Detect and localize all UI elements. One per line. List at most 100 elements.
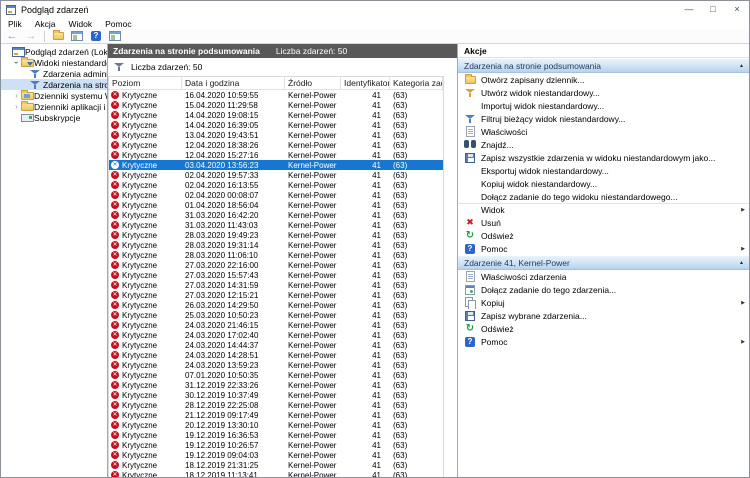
source-cell: Kernel-Power [285,271,341,280]
menu-widok[interactable]: Widok [69,19,93,29]
event-row[interactable]: ✕Krytyczne13.04.2020 19:43:51Kernel-Powe… [109,130,443,140]
datetime-cell: 28.03.2020 19:49:23 [182,231,285,240]
event-row[interactable]: ✕Krytyczne03.04.2020 13:56:23Kernel-Powe… [109,160,443,170]
event-row[interactable]: ✕Krytyczne02.04.2020 16:13:55Kernel-Powe… [109,180,443,190]
menu-pomoc[interactable]: Pomoc [105,19,131,29]
table-header: PoziomData i godzinaŹródłoIdentyfikator … [109,77,443,90]
event-row[interactable]: ✕Krytyczne28.03.2020 11:06:10Kernel-Powe… [109,250,443,260]
event-row[interactable]: ✕Krytyczne24.03.2020 13:59:23Kernel-Powe… [109,360,443,370]
event-row[interactable]: ✕Krytyczne31.12.2019 22:33:26Kernel-Powe… [109,380,443,390]
action-filtruj-bie-cy-widok-niestandardowy[interactable]: Filtruj bieżący widok niestandardowy... [458,112,749,125]
action-utw-rz-widok-niestandardowy[interactable]: Utwórz widok niestandardowy... [458,86,749,99]
action-importuj-widok-niestandardowy[interactable]: Importuj widok niestandardowy... [458,99,749,112]
tree-item-dzienniki-systemu-windows[interactable]: › Dzienniki systemu Windows [1,90,107,101]
action-pomoc[interactable]: Pomoc▶ [458,335,749,348]
action-section-header-zdarzenie-41-kernel-power[interactable]: Zdarzenie 41, Kernel-Power▲ [458,255,749,270]
menu-plik[interactable]: Plik [8,19,22,29]
chevron-right-icon[interactable]: › [12,91,21,100]
chevron-down-icon[interactable]: › [12,58,21,67]
event-id-cell: 41 [341,331,390,340]
event-row[interactable]: ✕Krytyczne14.04.2020 19:08:15Kernel-Powe… [109,110,443,120]
event-row[interactable]: ✕Krytyczne16.04.2020 10:59:55Kernel-Powe… [109,90,443,100]
event-row[interactable]: ✕Krytyczne24.03.2020 21:46:15Kernel-Powe… [109,320,443,330]
action-od-wie[interactable]: Odśwież [458,229,749,242]
tree-item-dzienniki-aplikacji-i-us-ug[interactable]: ›Dzienniki aplikacji i usług [1,101,107,112]
tree-item-subskrypcje[interactable]: Subskrypcje [1,112,107,123]
event-row[interactable]: ✕Krytyczne31.03.2020 11:43:03Kernel-Powe… [109,220,443,230]
back-button[interactable] [5,30,19,43]
action-zapisz-wszystkie-zdarzenia-w-widoku-niestandardowym-jako[interactable]: Zapisz wszystkie zdarzenia w widoku nies… [458,151,749,164]
action-znajd[interactable]: Znajdź... [458,138,749,151]
event-row[interactable]: ✕Krytyczne27.03.2020 22:16:00Kernel-Powe… [109,260,443,270]
event-row[interactable]: ✕Krytyczne01.04.2020 18:56:04Kernel-Powe… [109,200,443,210]
column-header-identyfikator-z[interactable]: Identyfikator z... [341,77,390,89]
action-zapisz-wybrane-zdarzenia[interactable]: Zapisz wybrane zdarzenia... [458,309,749,322]
tree-item-zdarzenia-na-stronie-podsumowania[interactable]: Zdarzenia na stronie podsumowania [1,79,107,90]
action-pomoc[interactable]: Pomoc▶ [458,242,749,255]
action-kopiuj-widok-niestandardowy[interactable]: Kopiuj widok niestandardowy... [458,177,749,190]
event-row[interactable]: ✕Krytyczne28.03.2020 19:49:23Kernel-Powe… [109,230,443,240]
forward-button[interactable] [24,30,38,43]
action-do-cz-zadanie-do-tego-zdarzenia[interactable]: Dołącz zadanie do tego zdarzenia... [458,283,749,296]
tree-item-label: Dzienniki systemu Windows [34,91,107,101]
action-widok[interactable]: Widok▶ [458,203,749,216]
event-row[interactable]: ✕Krytyczne31.03.2020 16:42:20Kernel-Powe… [109,210,443,220]
event-row[interactable]: ✕Krytyczne02.04.2020 00:08:07Kernel-Powe… [109,190,443,200]
event-row[interactable]: ✕Krytyczne24.03.2020 14:28:51Kernel-Powe… [109,350,443,360]
event-row[interactable]: ✕Krytyczne19.12.2019 16:36:53Kernel-Powe… [109,430,443,440]
event-row[interactable]: ✕Krytyczne18.12.2019 21:31:25Kernel-Powe… [109,460,443,470]
action-usu[interactable]: Usuń [458,216,749,229]
event-row[interactable]: ✕Krytyczne12.04.2020 18:38:26Kernel-Powe… [109,140,443,150]
event-row[interactable]: ✕Krytyczne19.12.2019 09:04:03Kernel-Powe… [109,450,443,460]
action-w-a-ciwo-ci-zdarzenia[interactable]: Właściwości zdarzenia [458,270,749,283]
menu-akcja[interactable]: Akcja [35,19,56,29]
event-row[interactable]: ✕Krytyczne19.12.2019 10:26:57Kernel-Powe… [109,440,443,450]
action-eksportuj-widok-niestandardowy[interactable]: Eksportuj widok niestandardowy... [458,164,749,177]
action-section-header-zdarzenia-na-stronie-podsumowania[interactable]: Zdarzenia na stronie podsumowania▲ [458,58,749,73]
event-row[interactable]: ✕Krytyczne26.03.2020 14:29:50Kernel-Powe… [109,300,443,310]
column-header-poziom[interactable]: Poziom [109,77,182,89]
event-id-cell: 41 [341,351,390,360]
event-row[interactable]: ✕Krytyczne28.03.2020 19:31:14Kernel-Powe… [109,240,443,250]
minimize-button[interactable]: — [677,1,701,18]
event-row[interactable]: ✕Krytyczne28.12.2019 22:25:08Kernel-Powe… [109,400,443,410]
event-row[interactable]: ✕Krytyczne20.12.2019 13:30:10Kernel-Powe… [109,420,443,430]
open-log-button[interactable] [51,30,65,43]
action-do-cz-zadanie-do-tego-widoku-niestandardowego[interactable]: Dołącz zadanie do tego widoku niestandar… [458,190,749,203]
level-cell: ✕Krytyczne [109,111,182,120]
chevron-right-icon[interactable]: › [12,102,21,111]
event-row[interactable]: ✕Krytyczne02.04.2020 19:57:33Kernel-Powe… [109,170,443,180]
event-row[interactable]: ✕Krytyczne24.03.2020 17:02:40Kernel-Powe… [109,330,443,340]
event-row[interactable]: ✕Krytyczne27.03.2020 12:15:21Kernel-Powe… [109,290,443,300]
action-otw-rz-zapisany-dziennik[interactable]: Otwórz zapisany dziennik... [458,73,749,86]
help-button[interactable] [89,30,103,43]
tree-item-widoki-niestandardowe[interactable]: ›Widoki niestandardowe [1,57,107,68]
event-row[interactable]: ✕Krytyczne21.12.2019 09:17:49Kernel-Powe… [109,410,443,420]
event-row[interactable]: ✕Krytyczne14.04.2020 16:39:05Kernel-Powe… [109,120,443,130]
level-label: Krytyczne [122,131,157,140]
action-w-a-ciwo-ci[interactable]: Właściwości [458,125,749,138]
action-kopiuj[interactable]: Kopiuj▶ [458,296,749,309]
maximize-button[interactable]: □ [701,1,725,18]
task-category-cell: (63) [390,171,443,180]
event-row[interactable]: ✕Krytyczne15.04.2020 11:29:58Kernel-Powe… [109,100,443,110]
event-row[interactable]: ✕Krytyczne30.12.2019 10:37:49Kernel-Powe… [109,390,443,400]
column-header-r-d-o[interactable]: Źródło [285,77,341,89]
show-action-pane-button[interactable] [108,30,122,43]
action-label: Widok [481,205,505,215]
event-row[interactable]: ✕Krytyczne27.03.2020 14:31:59Kernel-Powe… [109,280,443,290]
event-row[interactable]: ✕Krytyczne27.03.2020 15:57:43Kernel-Powe… [109,270,443,280]
datetime-cell: 30.12.2019 10:37:49 [182,391,285,400]
event-row[interactable]: ✕Krytyczne24.03.2020 14:44:37Kernel-Powe… [109,340,443,350]
close-button[interactable]: × [725,1,749,18]
column-header-kategoria-zada[interactable]: Kategoria zada... [390,77,443,89]
action-od-wie[interactable]: Odśwież [458,322,749,335]
column-header-data-i-godzina[interactable]: Data i godzina [182,77,285,89]
console-window-button[interactable] [70,30,84,43]
event-row[interactable]: ✕Krytyczne12.04.2020 15:27:16Kernel-Powe… [109,150,443,160]
tree-item-podgl-d-zdarze-lokalny[interactable]: Podgląd zdarzeń (Lokalny) [1,46,107,57]
event-row[interactable]: ✕Krytyczne18.12.2019 11:13:41Kernel-Powe… [109,470,443,477]
event-row[interactable]: ✕Krytyczne07.01.2020 10:50:35Kernel-Powe… [109,370,443,380]
tree-item-zdarzenia-administracyjne[interactable]: Zdarzenia administracyjne [1,68,107,79]
event-row[interactable]: ✕Krytyczne25.03.2020 10:50:23Kernel-Powe… [109,310,443,320]
